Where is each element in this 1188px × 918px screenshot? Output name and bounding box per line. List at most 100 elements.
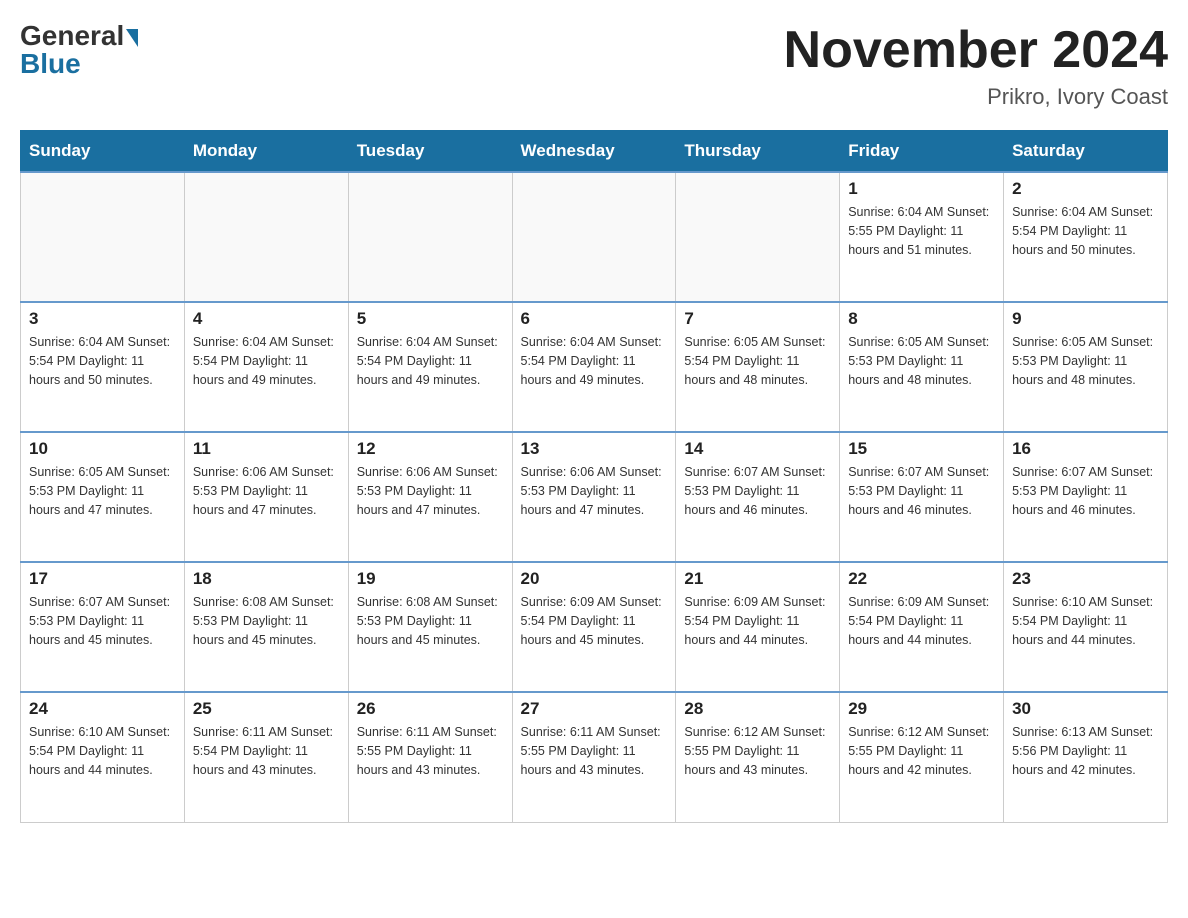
week-row-4: 17 Sunrise: 6:07 AM Sunset: 5:53 PM Dayli… [21,562,1168,692]
day-number: 11 [193,439,340,459]
day-info: Sunrise: 6:06 AM Sunset: 5:53 PM Dayligh… [357,463,504,519]
day-info: Sunrise: 6:07 AM Sunset: 5:53 PM Dayligh… [29,593,176,649]
day-info: Sunrise: 6:10 AM Sunset: 5:54 PM Dayligh… [29,723,176,779]
day-info: Sunrise: 6:07 AM Sunset: 5:53 PM Dayligh… [1012,463,1159,519]
day-info: Sunrise: 6:13 AM Sunset: 5:56 PM Dayligh… [1012,723,1159,779]
day-number: 10 [29,439,176,459]
day-number: 16 [1012,439,1159,459]
day-info: Sunrise: 6:09 AM Sunset: 5:54 PM Dayligh… [684,593,831,649]
day-number: 14 [684,439,831,459]
header-friday: Friday [840,131,1004,173]
header-monday: Monday [184,131,348,173]
cell-week1-day0 [21,172,185,302]
logo-blue-text: Blue [20,48,81,80]
page-header: General Blue November 2024 Prikro, Ivory… [20,20,1168,110]
day-number: 1 [848,179,995,199]
cell-week2-day2: 5 Sunrise: 6:04 AM Sunset: 5:54 PM Daylig… [348,302,512,432]
day-number: 22 [848,569,995,589]
day-number: 6 [521,309,668,329]
cell-week1-day2 [348,172,512,302]
day-number: 17 [29,569,176,589]
day-number: 28 [684,699,831,719]
cell-week4-day6: 23 Sunrise: 6:10 AM Sunset: 5:54 PM Dayli… [1004,562,1168,692]
day-number: 23 [1012,569,1159,589]
day-info: Sunrise: 6:06 AM Sunset: 5:53 PM Dayligh… [521,463,668,519]
calendar-header-row: Sunday Monday Tuesday Wednesday Thursday… [21,131,1168,173]
day-number: 27 [521,699,668,719]
cell-week5-day0: 24 Sunrise: 6:10 AM Sunset: 5:54 PM Dayli… [21,692,185,822]
day-number: 25 [193,699,340,719]
day-info: Sunrise: 6:06 AM Sunset: 5:53 PM Dayligh… [193,463,340,519]
cell-week1-day4 [676,172,840,302]
day-info: Sunrise: 6:11 AM Sunset: 5:55 PM Dayligh… [357,723,504,779]
day-info: Sunrise: 6:04 AM Sunset: 5:54 PM Dayligh… [1012,203,1159,259]
day-info: Sunrise: 6:04 AM Sunset: 5:54 PM Dayligh… [29,333,176,389]
day-info: Sunrise: 6:12 AM Sunset: 5:55 PM Dayligh… [848,723,995,779]
day-number: 19 [357,569,504,589]
cell-week5-day1: 25 Sunrise: 6:11 AM Sunset: 5:54 PM Dayli… [184,692,348,822]
week-row-5: 24 Sunrise: 6:10 AM Sunset: 5:54 PM Dayli… [21,692,1168,822]
cell-week2-day5: 8 Sunrise: 6:05 AM Sunset: 5:53 PM Daylig… [840,302,1004,432]
cell-week3-day5: 15Sunrise: 6:07 AM Sunset: 5:53 PM Dayli… [840,432,1004,562]
cell-week1-day1 [184,172,348,302]
cell-week4-day3: 20 Sunrise: 6:09 AM Sunset: 5:54 PM Dayli… [512,562,676,692]
cell-week2-day6: 9Sunrise: 6:05 AM Sunset: 5:53 PM Daylig… [1004,302,1168,432]
day-number: 3 [29,309,176,329]
cell-week3-day4: 14Sunrise: 6:07 AM Sunset: 5:53 PM Dayli… [676,432,840,562]
day-number: 29 [848,699,995,719]
logo: General Blue [20,20,138,80]
day-info: Sunrise: 6:05 AM Sunset: 5:53 PM Dayligh… [848,333,995,389]
day-info: Sunrise: 6:09 AM Sunset: 5:54 PM Dayligh… [848,593,995,649]
week-row-1: 1 Sunrise: 6:04 AM Sunset: 5:55 PM Daylig… [21,172,1168,302]
cell-week5-day4: 28 Sunrise: 6:12 AM Sunset: 5:55 PM Dayli… [676,692,840,822]
day-info: Sunrise: 6:05 AM Sunset: 5:53 PM Dayligh… [29,463,176,519]
cell-week3-day1: 11 Sunrise: 6:06 AM Sunset: 5:53 PM Dayli… [184,432,348,562]
day-number: 15 [848,439,995,459]
day-info: Sunrise: 6:12 AM Sunset: 5:55 PM Dayligh… [684,723,831,779]
cell-week3-day6: 16 Sunrise: 6:07 AM Sunset: 5:53 PM Dayli… [1004,432,1168,562]
cell-week5-day6: 30 Sunrise: 6:13 AM Sunset: 5:56 PM Dayli… [1004,692,1168,822]
day-info: Sunrise: 6:04 AM Sunset: 5:54 PM Dayligh… [357,333,504,389]
header-saturday: Saturday [1004,131,1168,173]
cell-week5-day2: 26 Sunrise: 6:11 AM Sunset: 5:55 PM Dayli… [348,692,512,822]
day-number: 13 [521,439,668,459]
header-tuesday: Tuesday [348,131,512,173]
cell-week4-day2: 19 Sunrise: 6:08 AM Sunset: 5:53 PM Dayli… [348,562,512,692]
cell-week4-day1: 18 Sunrise: 6:08 AM Sunset: 5:53 PM Dayli… [184,562,348,692]
location: Prikro, Ivory Coast [784,84,1168,110]
day-number: 24 [29,699,176,719]
day-info: Sunrise: 6:09 AM Sunset: 5:54 PM Dayligh… [521,593,668,649]
day-number: 18 [193,569,340,589]
day-info: Sunrise: 6:08 AM Sunset: 5:53 PM Dayligh… [193,593,340,649]
header-thursday: Thursday [676,131,840,173]
day-number: 26 [357,699,504,719]
day-info: Sunrise: 6:04 AM Sunset: 5:55 PM Dayligh… [848,203,995,259]
header-sunday: Sunday [21,131,185,173]
day-number: 5 [357,309,504,329]
day-info: Sunrise: 6:10 AM Sunset: 5:54 PM Dayligh… [1012,593,1159,649]
week-row-2: 3 Sunrise: 6:04 AM Sunset: 5:54 PM Daylig… [21,302,1168,432]
day-number: 4 [193,309,340,329]
header-wednesday: Wednesday [512,131,676,173]
cell-week3-day2: 12 Sunrise: 6:06 AM Sunset: 5:53 PM Dayli… [348,432,512,562]
cell-week1-day5: 1 Sunrise: 6:04 AM Sunset: 5:55 PM Daylig… [840,172,1004,302]
day-number: 12 [357,439,504,459]
day-info: Sunrise: 6:04 AM Sunset: 5:54 PM Dayligh… [193,333,340,389]
day-info: Sunrise: 6:04 AM Sunset: 5:54 PM Dayligh… [521,333,668,389]
day-number: 2 [1012,179,1159,199]
cell-week3-day0: 10 Sunrise: 6:05 AM Sunset: 5:53 PM Dayli… [21,432,185,562]
day-info: Sunrise: 6:05 AM Sunset: 5:53 PM Dayligh… [1012,333,1159,389]
title-section: November 2024 Prikro, Ivory Coast [784,20,1168,110]
cell-week5-day3: 27Sunrise: 6:11 AM Sunset: 5:55 PM Dayli… [512,692,676,822]
day-number: 20 [521,569,668,589]
cell-week1-day6: 2 Sunrise: 6:04 AM Sunset: 5:54 PM Daylig… [1004,172,1168,302]
cell-week2-day3: 6 Sunrise: 6:04 AM Sunset: 5:54 PM Daylig… [512,302,676,432]
day-number: 8 [848,309,995,329]
cell-week2-day0: 3 Sunrise: 6:04 AM Sunset: 5:54 PM Daylig… [21,302,185,432]
cell-week2-day1: 4 Sunrise: 6:04 AM Sunset: 5:54 PM Daylig… [184,302,348,432]
calendar-table: Sunday Monday Tuesday Wednesday Thursday… [20,130,1168,823]
cell-week4-day0: 17 Sunrise: 6:07 AM Sunset: 5:53 PM Dayli… [21,562,185,692]
day-info: Sunrise: 6:11 AM Sunset: 5:54 PM Dayligh… [193,723,340,779]
day-info: Sunrise: 6:08 AM Sunset: 5:53 PM Dayligh… [357,593,504,649]
day-number: 30 [1012,699,1159,719]
